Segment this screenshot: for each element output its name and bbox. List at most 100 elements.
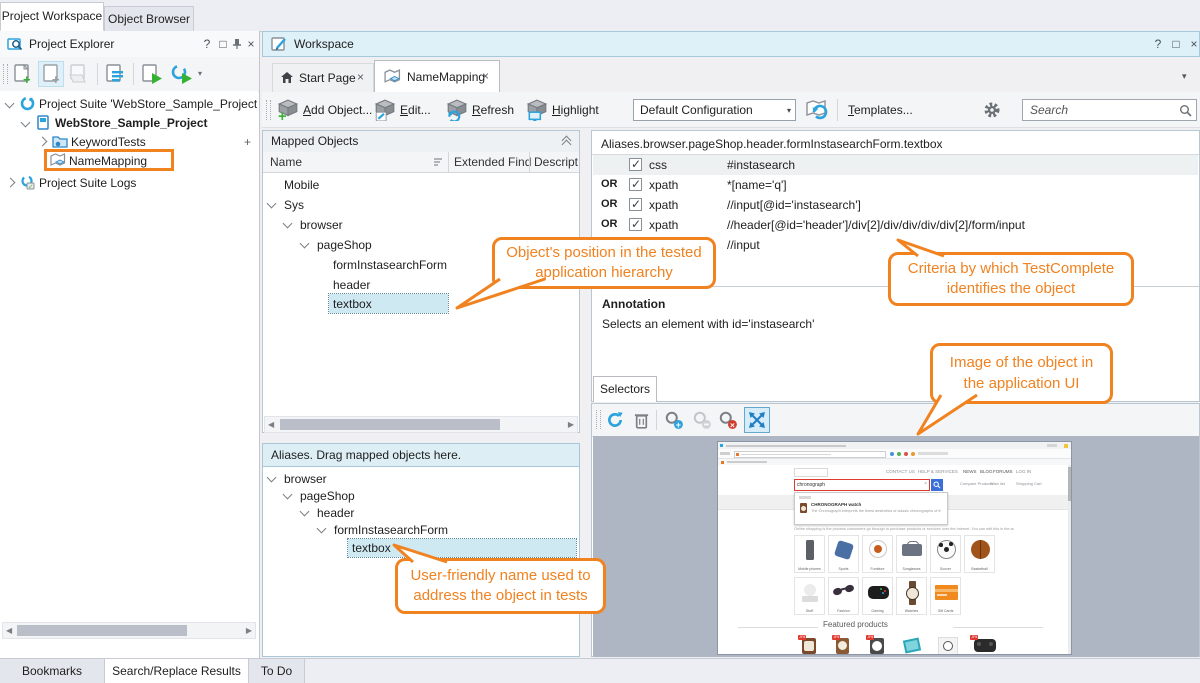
- toolbar-grip[interactable]: [3, 64, 8, 84]
- tree-item-textbox-selected[interactable]: textbox: [329, 294, 448, 313]
- tree-item-mobile[interactable]: Mobile: [284, 178, 319, 192]
- toolbar-grip[interactable]: [266, 100, 271, 120]
- zoom-in-icon[interactable]: +: [664, 410, 684, 430]
- run-dropdown-caret[interactable]: ▾: [198, 69, 202, 78]
- chevron-down-icon[interactable]: [283, 219, 293, 229]
- tab-list-caret-icon[interactable]: ▾: [1182, 71, 1187, 82]
- refresh-icon[interactable]: [446, 99, 468, 121]
- help-button[interactable]: ?: [200, 37, 214, 51]
- search-icon[interactable]: [1179, 104, 1192, 117]
- chevron-right-icon[interactable]: [6, 178, 16, 188]
- tree-item-project-suite-logs[interactable]: Project Suite Logs: [39, 176, 136, 190]
- selector-operator: OR: [601, 178, 618, 190]
- toolbar-grip[interactable]: [596, 410, 601, 429]
- add-keyword-test-button[interactable]: +: [244, 135, 251, 149]
- product-card: Gaming: [862, 577, 893, 615]
- run-project-icon[interactable]: [140, 63, 164, 85]
- zoom-out-icon[interactable]: [692, 410, 712, 430]
- configuration-select[interactable]: Default Configuration ▾: [633, 99, 796, 121]
- highlight-icon[interactable]: [526, 99, 548, 121]
- tree-item-browser[interactable]: browser: [300, 218, 343, 232]
- maximize-button[interactable]: □: [216, 37, 230, 51]
- close-icon[interactable]: ×: [357, 70, 364, 84]
- column-name[interactable]: Name: [270, 155, 302, 169]
- status-tab-to-do[interactable]: To Do: [249, 659, 305, 683]
- selector-row[interactable]: css #instasearch: [593, 155, 1198, 175]
- close-icon[interactable]: ×: [244, 37, 258, 51]
- product-card: Soccer: [930, 535, 961, 573]
- templates-button[interactable]: Templates...: [848, 103, 913, 117]
- scrollbar-thumb[interactable]: [280, 419, 500, 430]
- open-item-icon[interactable]: [68, 63, 90, 85]
- chevron-down-icon[interactable]: [317, 524, 327, 534]
- chevron-down-icon[interactable]: [283, 490, 293, 500]
- search-input[interactable]: [1028, 102, 1182, 118]
- selector-checkbox[interactable]: [629, 218, 642, 231]
- chevron-right-icon[interactable]: [38, 137, 48, 147]
- chevron-down-icon[interactable]: [267, 199, 277, 209]
- column-description[interactable]: Descript: [534, 155, 578, 169]
- add-object-button[interactable]: Add Object...: [303, 103, 372, 117]
- add-object-icon[interactable]: +: [277, 99, 299, 121]
- horizontal-scrollbar[interactable]: ◀ ▶: [264, 416, 578, 433]
- status-tab-search-replace-results[interactable]: Search/Replace Results: [105, 659, 249, 683]
- alias-item-browser[interactable]: browser: [284, 472, 327, 486]
- scrollbar-thumb[interactable]: [17, 625, 187, 636]
- product-label: Gaming: [863, 609, 892, 613]
- tree-item-project[interactable]: WebStore_Sample_Project: [55, 116, 208, 130]
- tab-project-workspace[interactable]: Project Workspace: [0, 2, 104, 31]
- project-explorer-titlebar: Project Explorer ? □ ×: [0, 31, 259, 58]
- tab-selectors[interactable]: Selectors: [593, 376, 657, 402]
- close-icon[interactable]: ×: [1187, 37, 1200, 51]
- tree-item-header[interactable]: header: [333, 278, 370, 292]
- tree-item-keyword-tests[interactable]: KeywordTests: [71, 135, 146, 149]
- sort-icon[interactable]: [433, 157, 445, 167]
- chevron-down-icon[interactable]: [5, 99, 15, 109]
- update-mapping-icon[interactable]: [805, 98, 829, 122]
- store-nav-item: FORUMS: [993, 469, 1013, 474]
- refresh-image-icon[interactable]: [606, 411, 624, 429]
- chevron-down-icon[interactable]: [300, 239, 310, 249]
- chevron-down-icon[interactable]: [267, 473, 277, 483]
- tree-item-pageshop[interactable]: pageShop: [317, 238, 372, 252]
- new-item-button-bg[interactable]: +: [38, 61, 64, 87]
- help-button[interactable]: ?: [1151, 37, 1165, 51]
- refresh-button[interactable]: Refresh: [472, 103, 514, 117]
- delete-image-icon[interactable]: [633, 411, 650, 429]
- run-project-suite-icon[interactable]: [170, 63, 194, 85]
- add-project-item-icon[interactable]: +: [12, 63, 34, 85]
- tree-item-project-suite[interactable]: Project Suite 'WebStore_Sample_Project_S…: [39, 97, 257, 111]
- gear-icon[interactable]: [983, 101, 1001, 119]
- chevron-down-icon[interactable]: [300, 507, 310, 517]
- selector-checkbox[interactable]: [629, 198, 642, 211]
- tree-item-forminstasearchform[interactable]: formInstasearchForm: [333, 258, 447, 272]
- maximize-button[interactable]: □: [1169, 37, 1183, 51]
- zoom-reset-icon[interactable]: ×: [718, 410, 738, 430]
- pin-icon[interactable]: [232, 38, 242, 50]
- selector-row[interactable]: OR xpath //input[@id='instasearch']: [593, 195, 1198, 215]
- tree-item-sys[interactable]: Sys: [284, 198, 304, 212]
- doc-tab-start-page[interactable]: Start Page ×: [272, 63, 374, 92]
- fit-to-window-button[interactable]: [744, 407, 770, 433]
- tab-object-browser[interactable]: Object Browser: [104, 6, 194, 31]
- column-extended-find[interactable]: Extended Find: [454, 155, 531, 169]
- selector-checkbox[interactable]: [629, 178, 642, 191]
- highlight-button[interactable]: Highlight: [552, 103, 599, 117]
- selector-operator: OR: [601, 198, 618, 210]
- selector-checkbox[interactable]: [629, 158, 642, 171]
- close-icon[interactable]: ×: [482, 69, 489, 83]
- alias-item-forminstasearchform[interactable]: formInstasearchForm: [334, 523, 448, 537]
- horizontal-scrollbar[interactable]: ◀ ▶: [2, 622, 256, 639]
- edit-icon[interactable]: [374, 99, 396, 121]
- callout-text: Criteria by which TestComplete identifie…: [891, 259, 1131, 300]
- selector-row[interactable]: OR xpath *[name='q']: [593, 175, 1198, 195]
- doc-tab-name-mapping[interactable]: NameMapping ×: [374, 60, 500, 93]
- edit-button[interactable]: Edit...: [400, 103, 431, 117]
- alias-item-header[interactable]: header: [317, 506, 354, 520]
- organize-items-icon[interactable]: [104, 63, 126, 85]
- status-tab-bookmarks[interactable]: Bookmarks: [0, 659, 105, 683]
- alias-item-textbox-selected[interactable]: textbox: [348, 539, 576, 557]
- selector-row[interactable]: OR xpath //header[@id='header']/div[2]/d…: [593, 215, 1198, 235]
- chevron-down-icon[interactable]: [21, 118, 31, 128]
- alias-item-pageshop[interactable]: pageShop: [300, 489, 355, 503]
